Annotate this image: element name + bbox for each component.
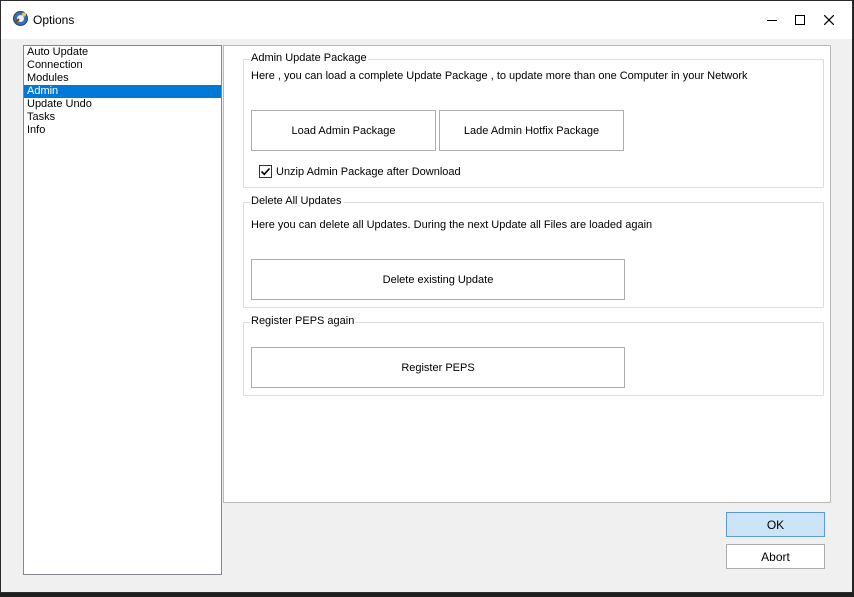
group-title: Admin Update Package bbox=[250, 52, 368, 64]
load-admin-package-button[interactable]: Load Admin Package bbox=[251, 110, 436, 151]
minimize-button[interactable] bbox=[757, 1, 787, 39]
admin-panel: Admin Update Package Here , you can load… bbox=[223, 45, 831, 503]
maximize-button[interactable] bbox=[785, 1, 815, 39]
group-description: Here , you can load a complete Update Pa… bbox=[251, 70, 748, 82]
group-title: Register PEPS again bbox=[250, 315, 356, 327]
abort-button[interactable]: Abort bbox=[726, 544, 825, 569]
options-app-icon bbox=[12, 10, 29, 27]
group-title: Delete All Updates bbox=[250, 195, 343, 207]
unzip-checkbox[interactable] bbox=[259, 165, 272, 178]
close-icon bbox=[824, 15, 834, 25]
maximize-icon bbox=[795, 15, 805, 25]
close-button[interactable] bbox=[814, 1, 844, 39]
options-category-list[interactable]: Auto Update Connection Modules Admin Upd… bbox=[23, 45, 222, 575]
list-item-auto-update[interactable]: Auto Update bbox=[24, 46, 221, 59]
title-bar[interactable]: Options bbox=[1, 1, 852, 39]
admin-update-package-group: Admin Update Package Here , you can load… bbox=[243, 52, 824, 188]
unzip-checkbox-row[interactable]: Unzip Admin Package after Download bbox=[259, 165, 461, 178]
group-description: Here you can delete all Updates. During … bbox=[251, 219, 653, 231]
delete-all-updates-group: Delete All Updates Here you can delete a… bbox=[243, 195, 824, 308]
list-item-update-undo[interactable]: Update Undo bbox=[24, 98, 221, 111]
register-peps-group: Register PEPS again Register PEPS bbox=[243, 315, 824, 396]
register-peps-button[interactable]: Register PEPS bbox=[251, 347, 625, 388]
options-window: Options Auto Update Connection Modules A… bbox=[0, 0, 853, 593]
ok-button[interactable]: OK bbox=[726, 512, 825, 537]
window-title: Options bbox=[33, 13, 75, 27]
delete-existing-update-button[interactable]: Delete existing Update bbox=[251, 259, 625, 300]
checkmark-icon bbox=[260, 167, 271, 176]
list-item-connection[interactable]: Connection bbox=[24, 59, 221, 72]
minimize-icon bbox=[767, 20, 777, 21]
list-item-info[interactable]: Info bbox=[24, 124, 221, 137]
load-admin-hotfix-package-button[interactable]: Lade Admin Hotfix Package bbox=[439, 110, 624, 151]
list-item-admin[interactable]: Admin bbox=[24, 85, 221, 98]
list-item-tasks[interactable]: Tasks bbox=[24, 111, 221, 124]
unzip-checkbox-label[interactable]: Unzip Admin Package after Download bbox=[276, 166, 461, 178]
list-item-modules[interactable]: Modules bbox=[24, 72, 221, 85]
